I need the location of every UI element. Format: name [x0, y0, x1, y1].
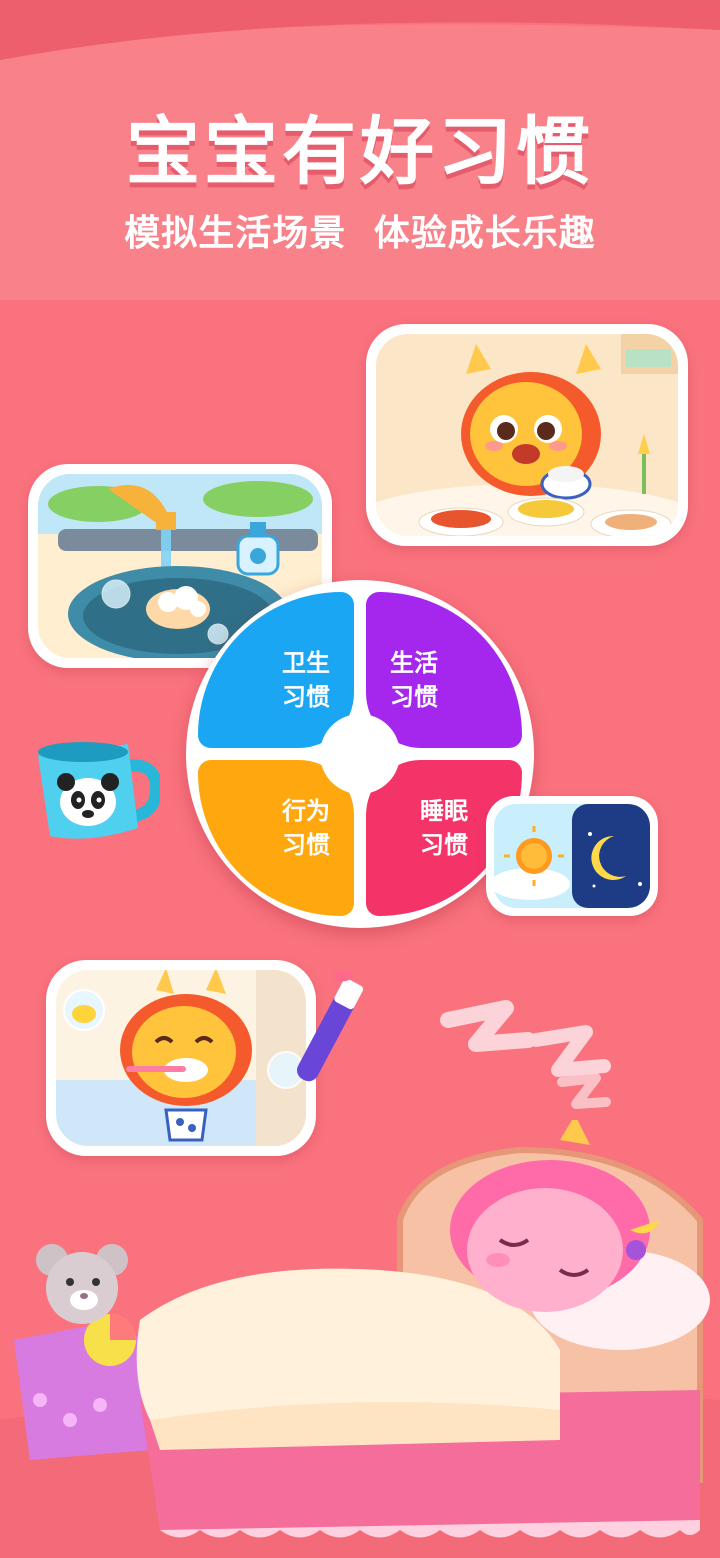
- behavior-habit-label-2: 习惯: [282, 831, 330, 859]
- behavior-habit-label-1: 行为: [282, 797, 330, 825]
- toothbrush-icon: [296, 969, 364, 1082]
- dragon-eating-illustration: [376, 334, 678, 536]
- page-title: 宝宝有好习惯: [126, 109, 594, 195]
- hygiene-habit-label-2: 习惯: [282, 683, 330, 711]
- hygiene-habit-label-1: 卫生: [282, 649, 330, 677]
- eating-scene-card: [366, 324, 688, 546]
- life-habit-button[interactable]: 生活 习惯: [366, 592, 522, 748]
- sleep-habit-label-1: 睡眠: [420, 797, 468, 825]
- habit-wheel: 卫生 习惯 生活 习惯 行为 习惯 睡眠 习惯: [186, 580, 534, 928]
- panda-cup-icon: [38, 742, 160, 839]
- wheel-center: [320, 714, 400, 794]
- life-habit-label-2: 习惯: [390, 683, 438, 711]
- page-subtitle: 模拟生活场景 体验成长乐趣: [124, 213, 596, 254]
- life-habit-label-1: 生活: [390, 649, 438, 677]
- sleeping-zzz-icon: [440, 1000, 611, 1109]
- behavior-habit-button[interactable]: 行为 习惯: [198, 760, 354, 916]
- sleeping-dragon-bed-scene: [0, 1120, 720, 1558]
- sun-moon-illustration: [494, 804, 650, 908]
- day-night-card: [486, 796, 658, 916]
- sleep-habit-label-2: 习惯: [420, 831, 468, 859]
